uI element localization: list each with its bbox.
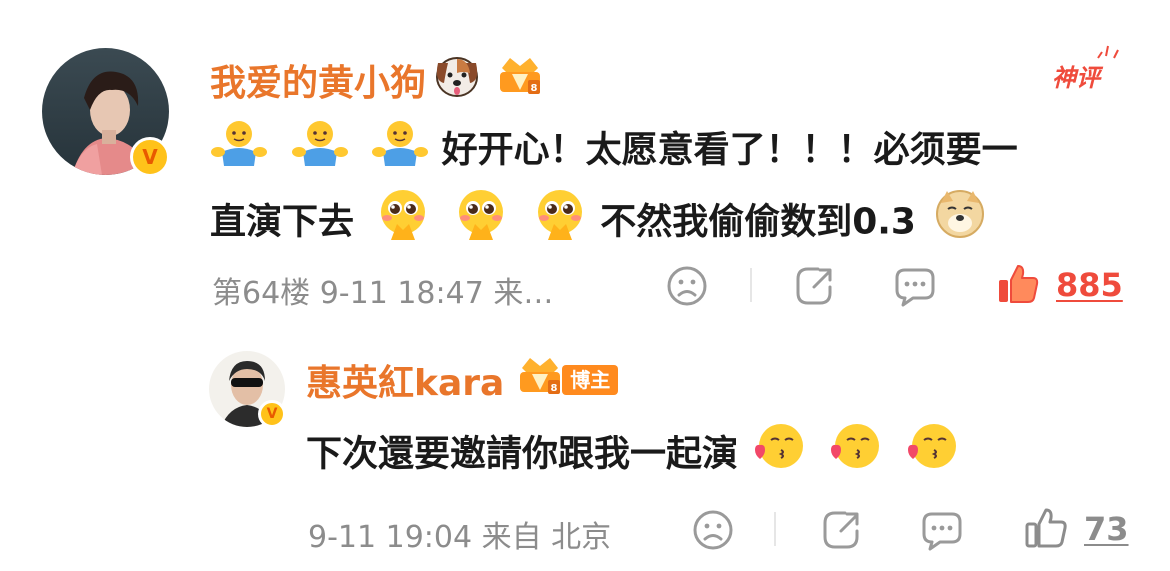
comment-icon[interactable] [920, 510, 964, 552]
kiss-emoji-icon [904, 420, 960, 491]
divider [750, 268, 752, 302]
thumbs-up-icon[interactable] [1024, 506, 1068, 550]
svg-text:8: 8 [551, 383, 558, 394]
reply-text: 下次還要邀請你跟我一起演 [306, 433, 739, 475]
pleading-emoji-icon [532, 186, 588, 261]
reply-time-source: 9-11 19:04 来自 北京 [308, 520, 612, 555]
thumbs-up-icon[interactable] [996, 262, 1040, 306]
verified-v-icon: V [130, 137, 170, 177]
comment-floor-time: 第64楼 9-11 18:47 来… [212, 276, 554, 311]
username-text: 我爱的黄小狗 [210, 63, 427, 104]
comment-text-part2: 直演下去 [210, 201, 355, 243]
verified-v-icon: V [258, 400, 286, 428]
username-text: 惠英紅kara [306, 363, 505, 404]
comment-username[interactable]: 我爱的黄小狗 8 [210, 55, 546, 105]
dog-emoji-icon [432, 53, 482, 108]
comment-text-part3: 不然我偷偷数到0.3 [600, 201, 916, 243]
reply-like-count[interactable]: 73 [1084, 510, 1129, 548]
reply-username[interactable]: 惠英紅kara 8 博主 [306, 354, 619, 407]
crown-medal-icon: 8 [494, 54, 546, 107]
pleading-emoji-icon [453, 186, 509, 261]
sparkle-icon [1097, 45, 1119, 59]
kiss-emoji-icon [827, 420, 883, 491]
share-icon[interactable] [819, 509, 861, 551]
top-comment-badge: 神评 [1052, 64, 1100, 92]
pleading-emoji-icon [375, 186, 431, 261]
share-icon[interactable] [792, 265, 834, 307]
reply-content: 下次還要邀請你跟我一起演 [306, 420, 960, 491]
comment-content-line2: 直演下去 不然我偷偷数到0.3 [210, 186, 987, 261]
comment-icon[interactable] [893, 266, 937, 308]
hug-emoji-icon [210, 118, 268, 185]
doge-emoji-icon [933, 187, 987, 260]
crown-medal-icon: 8 [514, 354, 566, 407]
svg-text:8: 8 [531, 83, 538, 94]
divider [774, 512, 776, 546]
hug-emoji-icon [291, 118, 349, 185]
dislike-face-icon[interactable] [666, 265, 708, 307]
author-badge: 博主 [562, 365, 619, 395]
comment-text-part1: 好开心！太愿意看了！！！必须要一 [441, 129, 1018, 171]
comment-content-line1: 好开心！太愿意看了！！！必须要一 [210, 118, 1018, 185]
dislike-face-icon[interactable] [692, 509, 734, 551]
hug-emoji-icon [371, 118, 429, 185]
comment-like-count[interactable]: 885 [1056, 266, 1123, 304]
kiss-emoji-icon [751, 420, 807, 491]
